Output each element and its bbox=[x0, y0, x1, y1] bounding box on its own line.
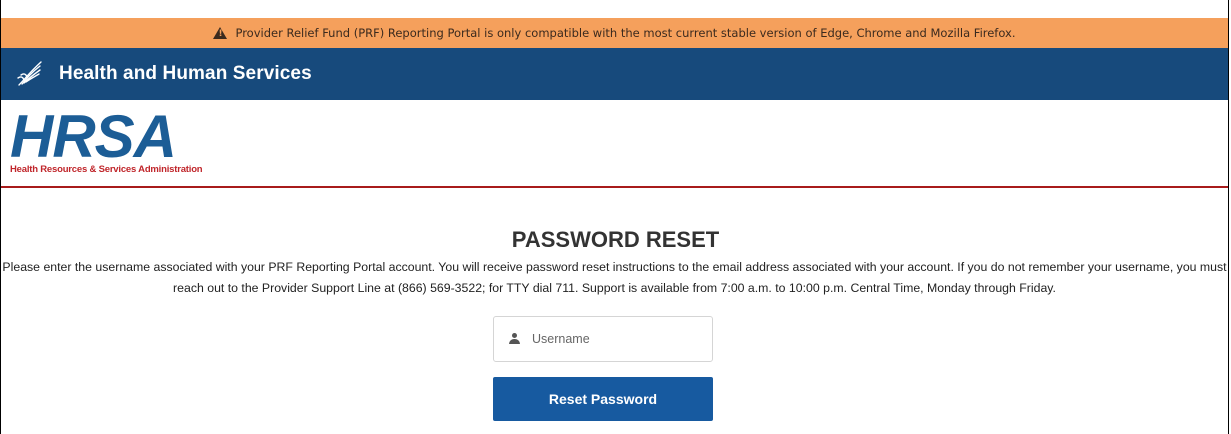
hhs-header: Health and Human Services bbox=[1, 48, 1228, 100]
compatibility-alert: Provider Relief Fund (PRF) Reporting Por… bbox=[1, 18, 1228, 48]
warning-icon bbox=[213, 27, 228, 39]
hhs-eagle-icon[interactable] bbox=[15, 59, 45, 89]
hhs-title[interactable]: Health and Human Services bbox=[59, 63, 312, 85]
instructions-text: Please enter the username associated wit… bbox=[2, 260, 1227, 295]
user-icon bbox=[509, 333, 520, 345]
hrsa-brand-area: HRSA Health Resources & Services Adminis… bbox=[1, 100, 1228, 188]
alert-text: Provider Relief Fund (PRF) Reporting Por… bbox=[235, 26, 1016, 40]
reset-password-button[interactable]: Reset Password bbox=[493, 377, 713, 421]
hrsa-logo[interactable]: HRSA bbox=[10, 107, 177, 167]
username-input[interactable] bbox=[530, 331, 704, 347]
username-field[interactable] bbox=[493, 316, 713, 362]
page-title: PASSWORD RESET bbox=[511, 227, 720, 252]
hrsa-subtitle: Health Resources & Services Administrati… bbox=[10, 164, 203, 175]
